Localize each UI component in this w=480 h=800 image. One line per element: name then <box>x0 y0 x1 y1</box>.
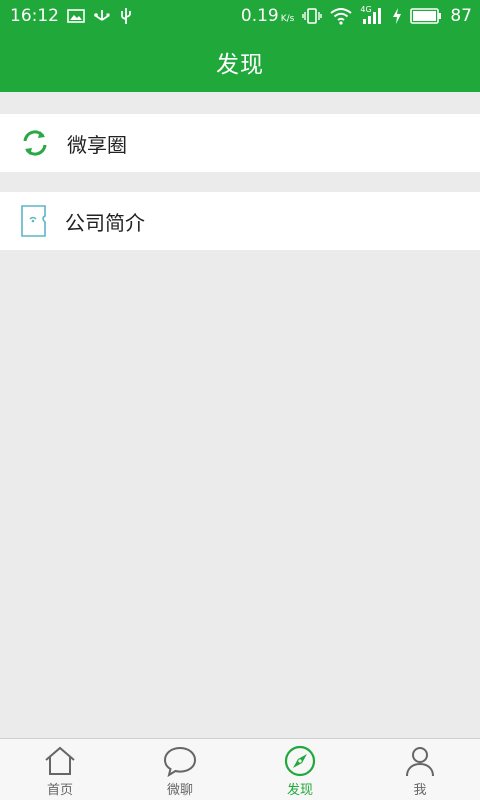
compass-icon <box>283 745 317 777</box>
tab-label: 微聊 <box>166 783 193 798</box>
usb-icon <box>93 8 111 24</box>
battery-icon <box>410 8 442 24</box>
network-speed: 0.19 K/s <box>240 6 295 26</box>
network-speed-unit: K/s <box>280 14 295 24</box>
status-bar-right: 0.19 K/s 4G 87 <box>240 5 472 26</box>
battery-level: 87 <box>450 6 472 26</box>
title-bar: 发现 <box>0 32 480 92</box>
tab-discover[interactable]: 发现 <box>240 739 360 800</box>
home-icon <box>43 745 77 777</box>
tab-me[interactable]: 我 <box>360 739 480 800</box>
chat-bubble-icon <box>162 745 198 777</box>
menu-item-label: 微享圈 <box>67 132 127 157</box>
menu-item-weixiangquan[interactable]: 微享圈 <box>0 114 480 172</box>
vibrate-icon <box>302 7 323 25</box>
menu-item-label: 公司简介 <box>65 210 145 235</box>
wifi-icon <box>330 7 352 25</box>
usb-connected-icon <box>119 7 133 25</box>
person-icon <box>403 745 437 777</box>
status-bar-left: 16:12 <box>10 6 133 26</box>
charging-icon <box>392 8 402 24</box>
tab-label: 发现 <box>286 783 313 798</box>
image-icon <box>67 9 85 23</box>
signal-icon: 4G <box>360 5 384 25</box>
tab-chat[interactable]: 微聊 <box>120 739 240 800</box>
network-type: 4G <box>360 5 372 14</box>
refresh-circle-icon <box>19 127 51 159</box>
tab-home[interactable]: 首页 <box>0 739 120 800</box>
menu-item-company-intro[interactable]: 公司简介 <box>0 192 480 250</box>
document-icon <box>19 204 49 238</box>
bottom-tab-bar: 首页 微聊 发现 我 <box>0 738 480 800</box>
page-title: 发现 <box>216 52 264 78</box>
tab-label: 首页 <box>46 783 73 798</box>
status-bar: 16:12 0.19 K/s 4G 87 <box>0 0 480 32</box>
status-time: 16:12 <box>10 6 59 26</box>
tab-label: 我 <box>413 783 427 798</box>
